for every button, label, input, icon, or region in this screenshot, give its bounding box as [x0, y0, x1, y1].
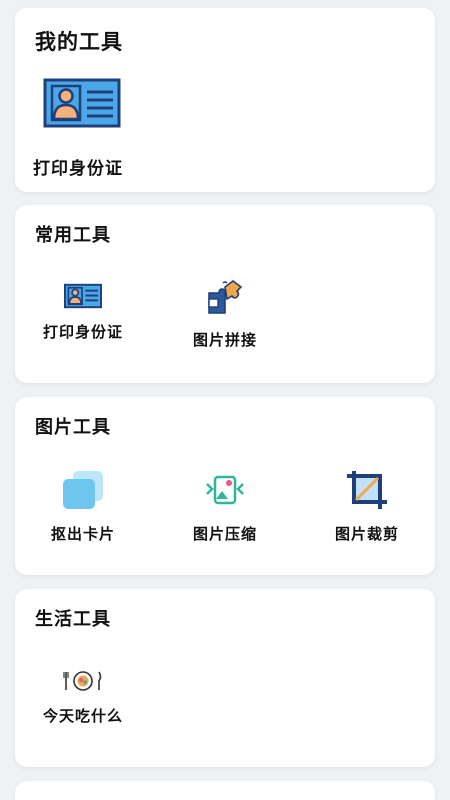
puzzle-icon [165, 279, 285, 317]
plate-cutlery-icon [23, 669, 143, 693]
image-tool-label: 图片裁剪 [334, 525, 399, 543]
id-card-icon [33, 78, 153, 128]
common-tool-label: 打印身份证 [42, 323, 123, 341]
common-tools-title: 常用工具 [35, 225, 111, 246]
my-tools-card: 我的工具 打印身份证 [15, 8, 435, 192]
common-tool-print-id-card[interactable]: 打印身份证 [23, 283, 143, 342]
id-card-icon [23, 283, 143, 309]
my-tools-title: 我的工具 [35, 30, 123, 54]
common-tool-image-stitch[interactable]: 图片拼接 [165, 279, 285, 350]
common-tool-label: 图片拼接 [192, 331, 257, 349]
image-tool-extract-card[interactable]: 抠出卡片 [23, 469, 143, 544]
image-compress-icon [165, 469, 285, 511]
image-tool-crop[interactable]: 图片裁剪 [307, 469, 427, 544]
common-tools-card: 常用工具 打印身份证 图片拼接 [15, 205, 435, 383]
image-tool-compress[interactable]: 图片压缩 [165, 469, 285, 544]
image-tools-title: 图片工具 [35, 417, 111, 438]
life-tools-title: 生活工具 [35, 609, 111, 630]
next-card-partial [15, 781, 435, 800]
my-tool-print-id-card[interactable]: 打印身份证 [33, 78, 153, 179]
image-tool-label: 抠出卡片 [50, 525, 115, 543]
life-tool-what-to-eat[interactable]: 今天吃什么 [23, 669, 143, 726]
image-tools-card: 图片工具 抠出卡片 图片压缩 图片裁剪 [15, 397, 435, 575]
life-tools-card: 生活工具 今天吃什么 [15, 589, 435, 767]
my-tool-label: 打印身份证 [33, 159, 123, 179]
life-tool-label: 今天吃什么 [42, 707, 123, 725]
crop-icon [307, 469, 427, 511]
cards-icon [23, 469, 143, 511]
image-tool-label: 图片压缩 [192, 525, 257, 543]
tools-page: 我的工具 打印身份证 常用工具 打印身份证 图片拼接 图片工具 抠出卡片 图片压… [0, 0, 450, 800]
